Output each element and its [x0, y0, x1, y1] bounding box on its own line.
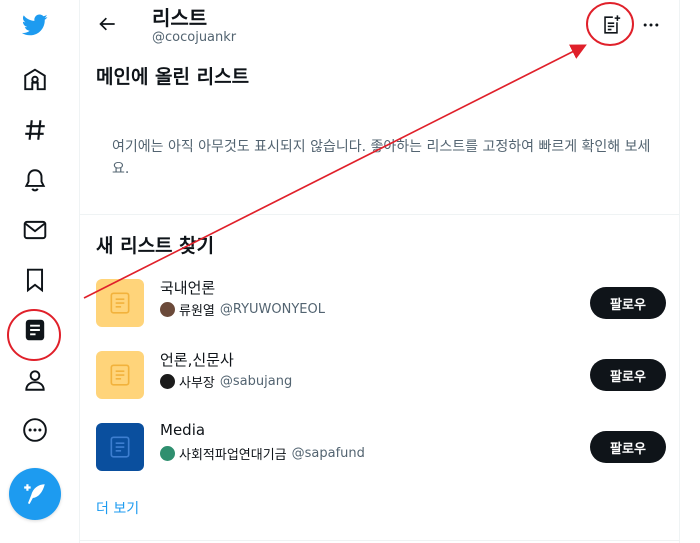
- list-thumbnail: [96, 351, 144, 399]
- home-icon[interactable]: [10, 55, 60, 105]
- back-button[interactable]: [94, 10, 122, 38]
- profile-icon[interactable]: [10, 355, 60, 405]
- compose-tweet-button[interactable]: [9, 468, 61, 520]
- list-item[interactable]: 국내언론 류원열 @RYUWONYEOL 팔로우: [96, 279, 666, 327]
- owner-name: 사회적파업연대기금: [179, 448, 287, 463]
- left-nav: [0, 0, 80, 543]
- list-doc-icon: [110, 436, 130, 458]
- owner-name: 사부장: [179, 376, 215, 391]
- lists-page: 리스트 @cocojuankr 메인에 올린 리스트 여기에는 아직 아무것도 …: [80, 0, 680, 543]
- lists-icon[interactable]: [10, 305, 60, 355]
- show-more-link[interactable]: 더 보기: [96, 498, 139, 518]
- more-circle-icon[interactable]: [10, 405, 60, 455]
- divider: [80, 214, 679, 215]
- mail-icon[interactable]: [10, 205, 60, 255]
- bell-icon[interactable]: [10, 155, 60, 205]
- owner-handle: @sabujang: [219, 374, 293, 389]
- list-name: 언론,신문사: [160, 351, 234, 369]
- list-item[interactable]: 언론,신문사 사부장 @sabujang 팔로우: [96, 351, 666, 399]
- page-title: 리스트: [152, 6, 208, 30]
- follow-button[interactable]: 팔로우: [590, 431, 666, 463]
- pinned-empty-message: 여기에는 아직 아무것도 표시되지 않습니다. 좋아하는 리스트를 고정하여 빠…: [112, 139, 651, 177]
- list-item[interactable]: Media 사회적파업연대기금 @sapafund 팔로우: [96, 421, 666, 471]
- list-thumbnail: [96, 423, 144, 471]
- owner-handle: @sapafund: [291, 446, 365, 461]
- owner-avatar: [160, 302, 175, 317]
- follow-button[interactable]: 팔로우: [590, 359, 666, 391]
- list-owner: 사회적파업연대기금 @sapafund: [160, 444, 365, 463]
- new-list-icon: [604, 15, 621, 34]
- divider: [80, 540, 679, 541]
- list-doc-icon: [110, 292, 130, 314]
- create-list-button[interactable]: [596, 10, 626, 40]
- owner-handle: @RYUWONYEOL: [219, 302, 325, 317]
- list-doc-icon: [110, 364, 130, 386]
- bookmark-icon[interactable]: [10, 255, 60, 305]
- owner-name: 류원열: [179, 304, 215, 319]
- twitter-bird-icon[interactable]: [10, 0, 60, 50]
- list-owner: 류원열 @RYUWONYEOL: [160, 300, 325, 319]
- list-thumbnail: [96, 279, 144, 327]
- more-options-button[interactable]: [636, 10, 666, 40]
- compose-tweet-icon: [24, 484, 45, 504]
- discover-lists-title: 새 리스트 찾기: [96, 235, 215, 257]
- follow-button[interactable]: 팔로우: [590, 287, 666, 319]
- user-handle: @cocojuankr: [152, 30, 237, 45]
- list-name: 국내언론: [160, 279, 216, 297]
- pinned-lists-title: 메인에 올린 리스트: [96, 66, 250, 88]
- list-owner: 사부장 @sabujang: [160, 372, 292, 391]
- owner-avatar: [160, 374, 175, 389]
- owner-avatar: [160, 446, 175, 461]
- list-name: Media: [160, 421, 206, 439]
- arrow-left-icon: [99, 17, 115, 31]
- hashtag-icon[interactable]: [10, 105, 60, 155]
- ellipsis-icon: [643, 23, 659, 27]
